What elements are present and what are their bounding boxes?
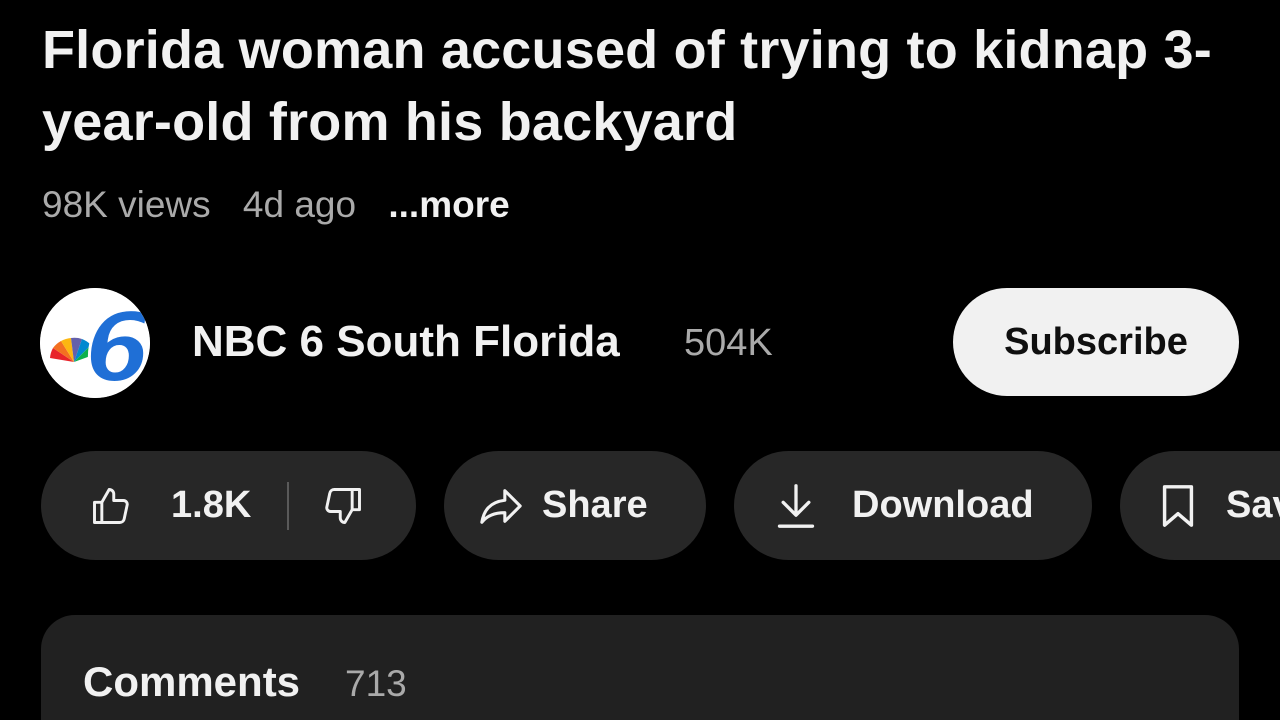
video-metadata[interactable]: 98K views 4d ago ...more: [42, 182, 510, 228]
action-bar: 1.8K Share Download Sa: [41, 451, 1280, 560]
more-description-link[interactable]: ...more: [388, 184, 509, 225]
watch-page: Florida woman accused of trying to kidna…: [0, 0, 1280, 720]
upload-age: 4d ago: [242, 184, 357, 225]
share-label: Share: [542, 484, 648, 526]
share-button[interactable]: Share: [444, 451, 706, 560]
comments-count: 713: [345, 663, 407, 704]
thumbs-up-icon: [93, 487, 129, 524]
like-dislike-group: 1.8K: [41, 451, 416, 560]
like-count: 1.8K: [171, 484, 252, 526]
channel-name[interactable]: NBC 6 South Florida: [192, 316, 620, 368]
thumbs-down-icon: [325, 487, 362, 524]
subscribe-button[interactable]: Subscribe: [953, 288, 1239, 396]
download-button[interactable]: Download: [734, 451, 1092, 560]
comments-section[interactable]: Comments 713: [41, 615, 1239, 720]
comments-title: Comments: [83, 658, 301, 705]
nbc6-logo-icon: 6: [40, 288, 150, 398]
download-label: Download: [852, 484, 1034, 526]
subscriber-count: 504K: [684, 322, 773, 364]
video-title: Florida woman accused of trying to kidna…: [42, 20, 1212, 152]
svg-text:6: 6: [85, 292, 150, 398]
view-count: 98K views: [42, 184, 211, 225]
channel-avatar[interactable]: 6: [40, 288, 150, 398]
dislike-button[interactable]: [289, 451, 401, 560]
share-icon: [480, 488, 522, 524]
like-button[interactable]: 1.8K: [41, 451, 251, 560]
save-button[interactable]: Save: [1120, 451, 1280, 560]
download-icon: [777, 483, 815, 528]
bookmark-icon: [1162, 484, 1194, 527]
channel-row: 6 NBC 6 South Florida 504K Subscribe: [40, 286, 1240, 398]
save-label: Save: [1226, 484, 1280, 526]
